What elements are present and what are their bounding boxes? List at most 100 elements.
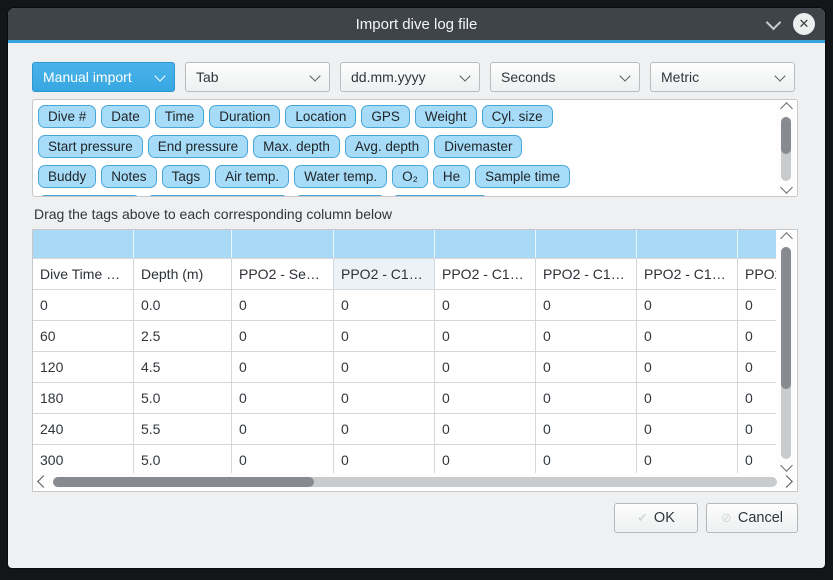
hscrollbar-thumb[interactable] xyxy=(53,477,314,487)
drop-cell[interactable] xyxy=(334,230,435,258)
tags-scrollbar-track[interactable] xyxy=(781,117,791,181)
tags-scrollbar[interactable] xyxy=(776,101,796,195)
table-cell: 0 xyxy=(232,321,334,351)
header-cell[interactable]: PPO2 - C1… xyxy=(435,259,536,289)
table-cell: 0 xyxy=(232,414,334,444)
header-cell[interactable]: PPO2 - C1… xyxy=(637,259,738,289)
table-cell: 0 xyxy=(536,290,637,320)
tag-water-temp[interactable]: Water temp. xyxy=(294,165,387,188)
cancel-button[interactable]: ⊘ Cancel xyxy=(706,503,798,533)
tag-he[interactable]: He xyxy=(433,165,470,188)
table-cell: 0 xyxy=(435,290,536,320)
tag-sample-po2[interactable]: Sample pO₂ xyxy=(294,195,387,197)
tags-panel: Dive # Date Time Duration Location GPS W… xyxy=(32,99,798,197)
tag-end-pressure[interactable]: End pressure xyxy=(148,135,248,158)
table-cell: 0 xyxy=(738,383,777,413)
table-cell: 5.0 xyxy=(134,445,232,473)
table-row: 180 5.0 0 0 0 0 0 0 xyxy=(33,383,777,414)
table-row: 120 4.5 0 0 0 0 0 0 xyxy=(33,352,777,383)
table-cell: 0 xyxy=(536,321,637,351)
chevron-down-icon[interactable] xyxy=(780,459,793,472)
header-cell[interactable]: PPO2 - C1… xyxy=(738,259,777,289)
tag-sample-time[interactable]: Sample time xyxy=(475,165,570,188)
header-cell[interactable]: Dive Time … xyxy=(33,259,134,289)
table-cell: 0 xyxy=(435,445,536,473)
chevron-down-icon xyxy=(774,70,785,81)
table-cell: 60 xyxy=(33,321,134,351)
tag-time[interactable]: Time xyxy=(155,105,205,128)
chevron-up-icon[interactable] xyxy=(780,232,793,245)
tag-sample-cns[interactable]: Sample CNS xyxy=(391,195,489,197)
tag-duration[interactable]: Duration xyxy=(209,105,280,128)
table-cell: 0 xyxy=(232,383,334,413)
unit-system-select[interactable]: Metric xyxy=(650,62,795,92)
drop-cell[interactable] xyxy=(637,230,738,258)
chevron-up-icon[interactable] xyxy=(780,102,793,115)
drop-cell[interactable] xyxy=(536,230,637,258)
drop-cell[interactable] xyxy=(435,230,536,258)
drop-cell[interactable] xyxy=(738,230,777,258)
chevron-left-icon[interactable] xyxy=(37,475,50,488)
drop-cell[interactable] xyxy=(232,230,334,258)
table-cell: 0 xyxy=(536,445,637,473)
tag-dive-number[interactable]: Dive # xyxy=(38,105,96,128)
table-cell: 0 xyxy=(232,352,334,382)
time-units-select[interactable]: Seconds xyxy=(490,62,640,92)
chevron-down-icon[interactable] xyxy=(766,14,782,30)
table-cell: 0 xyxy=(637,414,738,444)
tag-cyl-size[interactable]: Cyl. size xyxy=(482,105,553,128)
drop-cell[interactable] xyxy=(33,230,134,258)
table-cell: 240 xyxy=(33,414,134,444)
tag-sample-temperature[interactable]: Sample temperature xyxy=(146,195,288,197)
date-format-select[interactable]: dd.mm.yyyy xyxy=(340,62,480,92)
table-cell: 0 xyxy=(536,352,637,382)
close-x-icon: ✕ xyxy=(799,16,810,32)
tag-start-pressure[interactable]: Start pressure xyxy=(38,135,143,158)
tag-tags[interactable]: Tags xyxy=(162,165,211,188)
header-cell[interactable]: PPO2 - Se… xyxy=(232,259,334,289)
table-cell: 5.5 xyxy=(134,414,232,444)
tag-avg-depth[interactable]: Avg. depth xyxy=(345,135,429,158)
table-horizontal-scrollbar[interactable] xyxy=(34,473,796,490)
tag-max-depth[interactable]: Max. depth xyxy=(253,135,340,158)
tag-sample-depth[interactable]: Sample depth xyxy=(38,195,141,197)
import-type-value: Manual import xyxy=(43,69,132,85)
tag-weight[interactable]: Weight xyxy=(415,105,477,128)
header-cell[interactable]: PPO2 - C1… xyxy=(334,259,435,289)
table-cell: 0 xyxy=(637,383,738,413)
table-cell: 300 xyxy=(33,445,134,473)
window-title: Import dive log file xyxy=(8,16,825,33)
import-type-select[interactable]: Manual import xyxy=(32,62,175,92)
tag-buddy[interactable]: Buddy xyxy=(38,165,96,188)
tags-scrollbar-thumb[interactable] xyxy=(781,117,791,154)
tag-date[interactable]: Date xyxy=(101,105,150,128)
table-vertical-scrollbar[interactable] xyxy=(776,231,796,473)
tag-divemaster[interactable]: Divemaster xyxy=(434,135,522,158)
header-cell[interactable]: PPO2 - C1… xyxy=(536,259,637,289)
chevron-down-icon xyxy=(309,70,320,81)
separator-select[interactable]: Tab xyxy=(185,62,330,92)
preview-table: Dive Time … Depth (m) PPO2 - Se… PPO2 - … xyxy=(32,229,798,492)
table-cell: 0 xyxy=(637,352,738,382)
table-scrollbar-thumb[interactable] xyxy=(781,247,791,389)
drop-cell[interactable] xyxy=(134,230,232,258)
tag-notes[interactable]: Notes xyxy=(101,165,156,188)
drop-target-row xyxy=(33,230,777,259)
hscrollbar-track[interactable] xyxy=(53,477,777,487)
separator-value: Tab xyxy=(196,69,219,85)
tag-location[interactable]: Location xyxy=(285,105,356,128)
tag-air-temp[interactable]: Air temp. xyxy=(215,165,289,188)
time-units-value: Seconds xyxy=(501,69,555,85)
table-scrollbar-track[interactable] xyxy=(781,247,791,459)
chevron-right-icon[interactable] xyxy=(780,475,793,488)
table-cell: 0 xyxy=(536,383,637,413)
header-cell[interactable]: Depth (m) xyxy=(134,259,232,289)
chevron-down-icon[interactable] xyxy=(780,181,793,194)
titlebar[interactable]: Import dive log file ✕ xyxy=(8,8,825,43)
close-button[interactable]: ✕ xyxy=(793,13,815,35)
tag-gps[interactable]: GPS xyxy=(361,105,410,128)
ok-button[interactable]: ✔ OK xyxy=(614,503,698,533)
tag-o2[interactable]: O₂ xyxy=(392,165,428,188)
table-cell: 0 xyxy=(33,290,134,320)
table-cell: 0 xyxy=(334,445,435,473)
